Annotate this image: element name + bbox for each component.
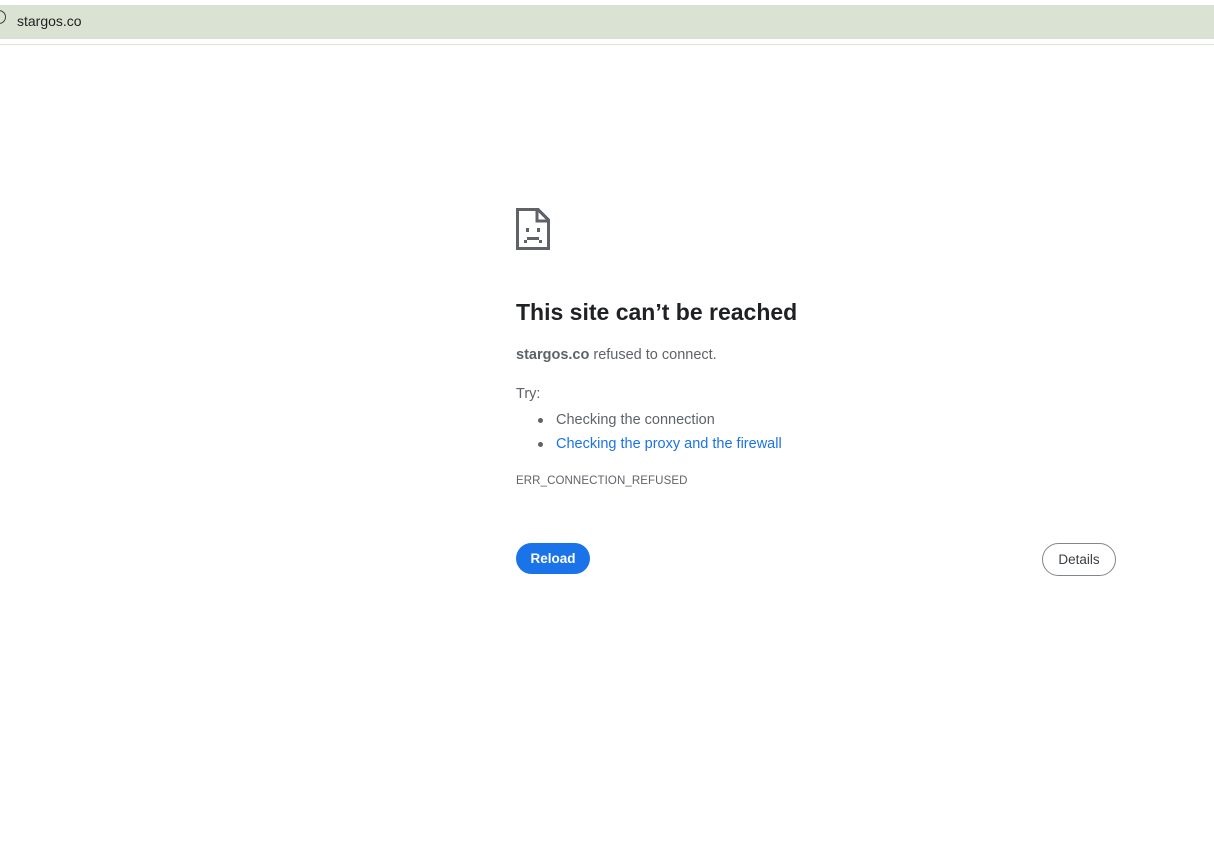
address-bar[interactable] bbox=[0, 5, 1214, 39]
suggestion-item: Checking the proxy and the firewall bbox=[538, 432, 782, 456]
error-message: stargos.co refused to connect. bbox=[516, 345, 717, 365]
suggestion-check-connection: Checking the connection bbox=[556, 412, 715, 428]
error-code: ERR_CONNECTION_REFUSED bbox=[516, 475, 688, 487]
sad-document-icon bbox=[516, 208, 550, 250]
error-message-text: refused to connect. bbox=[589, 347, 717, 363]
try-label: Try: bbox=[516, 386, 541, 402]
details-button[interactable]: Details bbox=[1042, 543, 1116, 576]
toolbar-divider bbox=[0, 44, 1214, 45]
error-host: stargos.co bbox=[516, 347, 590, 363]
suggestion-proxy-firewall-link[interactable]: Checking the proxy and the firewall bbox=[556, 436, 782, 452]
url-text[interactable]: stargos.co bbox=[17, 13, 82, 30]
suggestions-list: Checking the connection Checking the pro… bbox=[538, 408, 782, 456]
suggestion-item: Checking the connection bbox=[538, 408, 782, 432]
reload-button[interactable]: Reload bbox=[516, 543, 590, 574]
error-title: This site can’t be reached bbox=[516, 299, 798, 325]
